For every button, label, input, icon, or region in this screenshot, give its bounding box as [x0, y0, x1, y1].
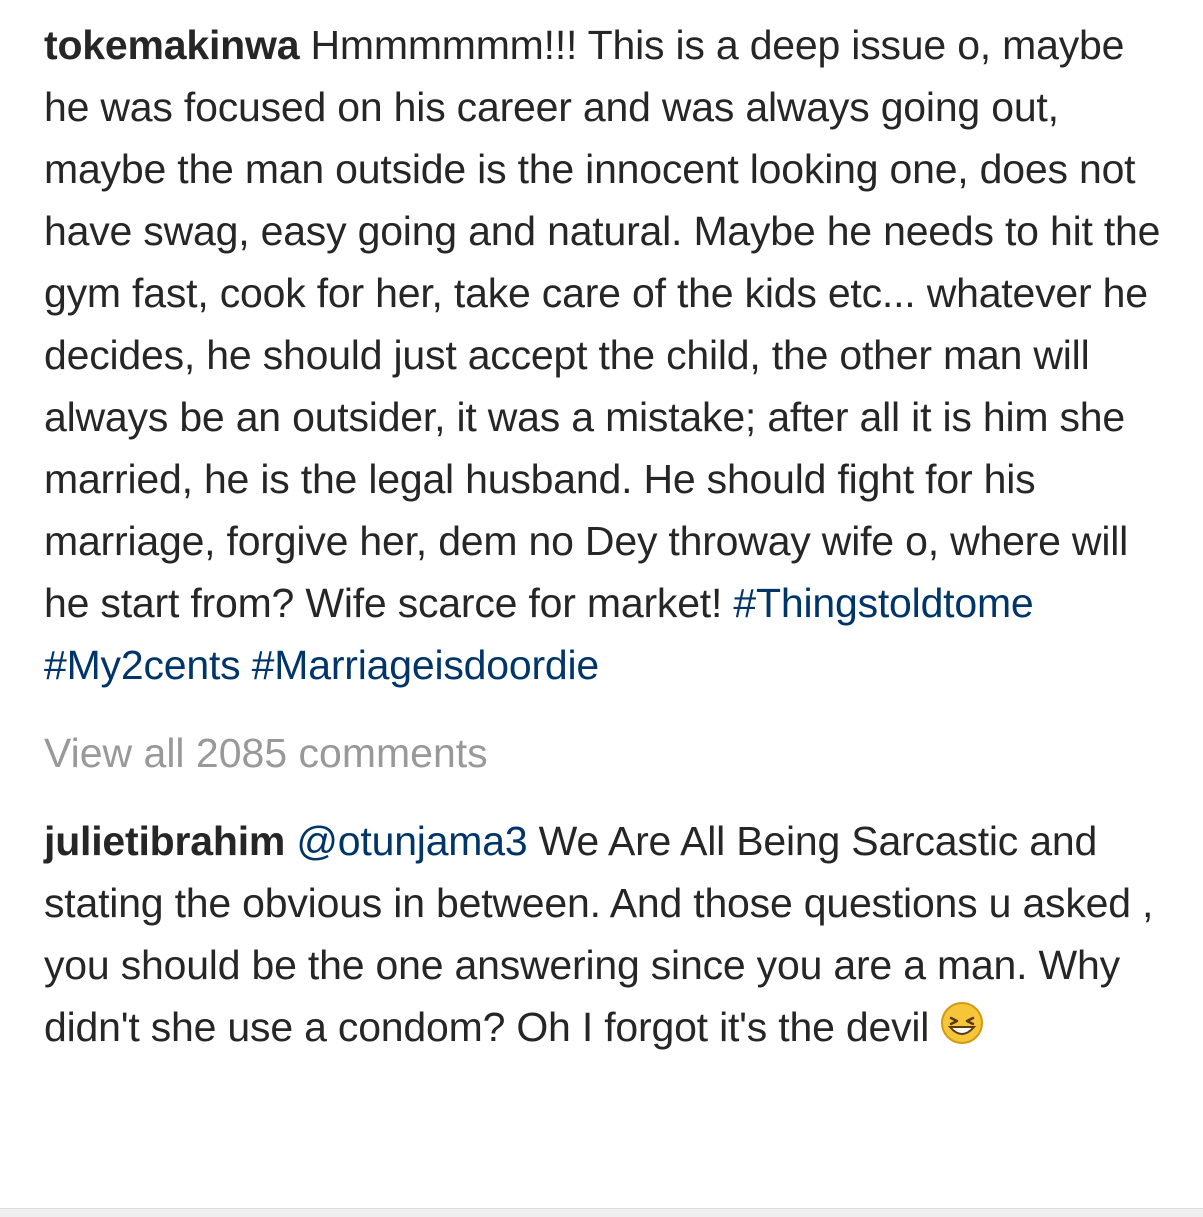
post-caption: tokemakinwa Hmmmmmm!!! This is a deep is… — [44, 14, 1164, 696]
grinning-squinting-face-icon — [941, 1002, 984, 1044]
hashtag-link[interactable]: #Marriageisdoordie — [252, 642, 600, 688]
hashtag-link[interactable]: #My2cents — [44, 642, 241, 688]
caption-text: Hmmmmmm!!! This is a deep issue o, maybe… — [44, 22, 1161, 626]
hashtag-link[interactable]: #Thingstoldtome — [733, 580, 1033, 626]
comment-username[interactable]: julietibrahim — [44, 818, 285, 864]
comment-item: julietibrahim @otunjama3 We Are All Bein… — [44, 810, 1164, 1058]
comment-mention[interactable]: @otunjama3 — [296, 818, 527, 864]
post-feed: tokemakinwa Hmmmmmm!!! This is a deep is… — [44, 14, 1164, 1058]
post-username[interactable]: tokemakinwa — [44, 22, 299, 68]
view-all-comments-link[interactable]: View all 2085 comments — [44, 722, 1164, 784]
